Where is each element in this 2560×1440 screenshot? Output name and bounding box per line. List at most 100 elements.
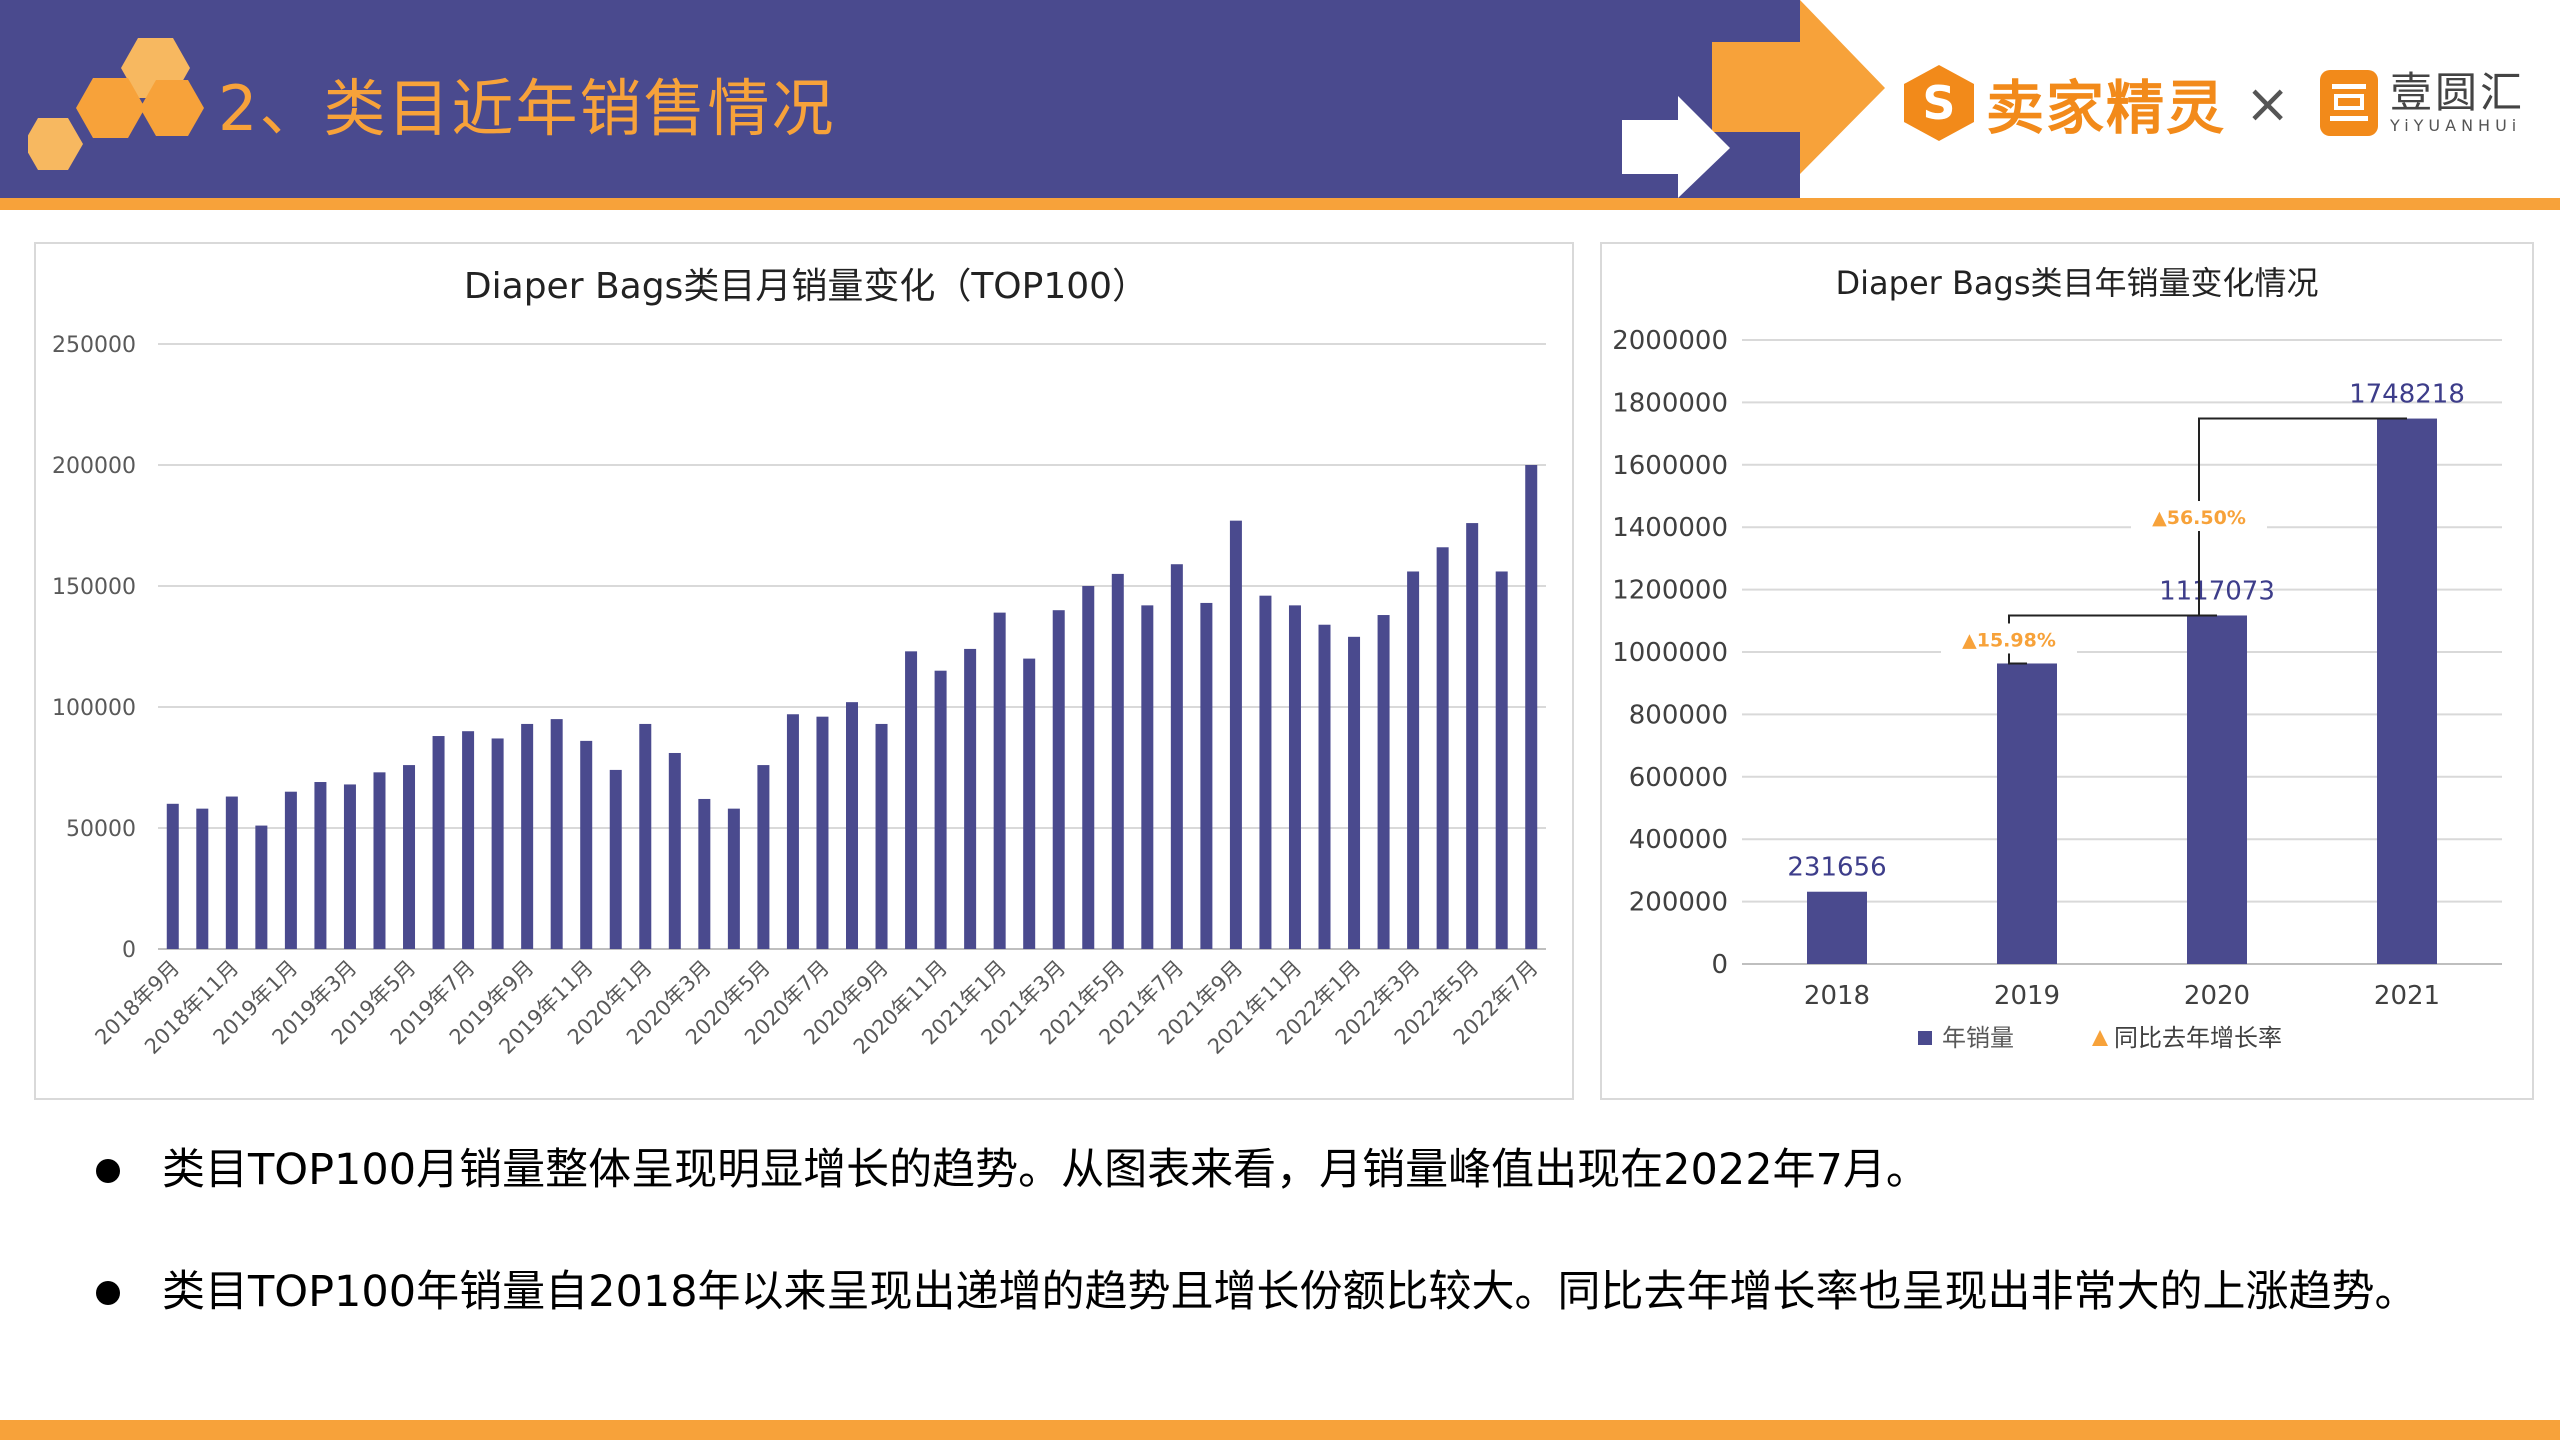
header-divider [0,198,2560,210]
data-label: 1117073 [2159,576,2275,606]
monthly-bar [1052,610,1065,949]
monthly-bar [1111,573,1124,949]
monthly-bar [846,702,858,949]
monthly-bar [225,796,238,949]
monthly-bar [166,803,179,949]
bullet-text: 类目TOP100月销量整体呈现明显增长的趋势。从图表来看，月销量峰值出现在202… [162,1145,1929,1195]
hexagon-logo-icon [28,38,204,170]
monthly-bar [639,723,652,949]
monthly-bar [1407,571,1420,949]
monthly-bar [1229,520,1242,949]
monthly-bar [786,714,799,949]
monthly-bar [964,648,977,949]
monthly-bar [1023,658,1036,949]
bullet-item: 类目TOP100年销量自2018年以来呈现出递增的趋势且增长份额比较大。同比去年… [96,1262,2496,1322]
y-tick-label: 1800000 [1612,388,1728,418]
yiyuanhui-icon [2320,70,2378,136]
bullet-item: 类目TOP100月销量整体呈现明显增长的趋势。从图表来看，月销量峰值出现在202… [96,1140,2496,1200]
x-tick-label: 2019 [1994,981,2060,1011]
monthly-bar [550,719,563,949]
y-tick-label: 0 [122,938,136,963]
monthly-bar [1525,465,1538,949]
monthly-bar [757,765,770,949]
monthly-bar [993,612,1006,949]
monthly-bar [373,772,386,949]
legend-growth-label: 同比去年增长率 [2114,1024,2282,1052]
seller-sprite-brand: 卖家精灵 [1986,74,2227,142]
y-tick-label: 150000 [52,575,136,600]
monthly-bar [1348,636,1361,949]
y-tick-label: 1400000 [1612,513,1728,543]
yearly-bar [2377,418,2437,964]
monthly-bar [491,738,504,949]
y-tick-label: 1000000 [1612,638,1728,668]
times-sign: × [2245,72,2291,135]
y-tick-label: 1200000 [1612,576,1728,606]
monthly-sales-chart: Diaper Bags类目月销量变化（TOP100） 0 50000 100000 15… [34,242,1574,1100]
monthly-bar [1170,564,1183,949]
yearly-bar [1997,663,2057,964]
monthly-bar [462,731,475,949]
monthly-bar [314,782,327,949]
monthly-bar [1377,615,1390,949]
monthly-bar [432,736,445,949]
yiyuanhui-brand-en: YiYUANHUi [2390,116,2522,135]
yearly-bar [1807,891,1867,964]
monthly-bar [609,769,622,949]
page-title: 2、类目近年销售情况 [218,72,836,145]
y-tick-label: 250000 [52,333,136,358]
arrow-right-icon [1622,0,1885,198]
yearly-sales-chart: Diaper Bags类目年销量变化情况 0 200000 400000 600000 8… [1600,242,2534,1100]
yearly-sales-chart-svg: Diaper Bags类目年销量变化情况 0 200000 400000 600000 8… [1612,264,2502,1052]
seller-sprite-logo: S 卖家精灵 [1902,58,2226,148]
legend-bar-swatch-icon [1918,1031,1932,1045]
monthly-bar [934,670,947,949]
monthly-bar [668,752,681,949]
monthly-bar [1200,602,1213,949]
monthly-bar [1259,595,1272,949]
monthly-bar [1288,605,1301,949]
growth-label: ▲15.98% [1962,629,2056,651]
yiyuanhui-logo: 壹圆汇 YiYUANHUi [2318,58,2525,148]
y-tick-label: 100000 [52,696,136,721]
bullet-text: 类目TOP100年销量自2018年以来呈现出递增的趋势且增长份额比较大。同比去年… [162,1267,2418,1317]
chart-title: Diaper Bags类目月销量变化（TOP100） [464,266,1148,307]
y-tick-label: 600000 [1629,763,1728,793]
monthly-bar [196,808,209,949]
monthly-bar [1495,571,1508,949]
monthly-bar [905,651,918,949]
y-tick-label: 800000 [1629,700,1728,730]
y-tick-label: 400000 [1629,825,1728,855]
y-tick-label: 200000 [52,454,136,479]
legend-bar-label: 年销量 [1942,1024,2014,1052]
monthly-bar [284,791,297,949]
y-tick-label: 50000 [66,817,136,842]
bullet-dot-icon [96,1281,120,1305]
monthly-bar [255,825,268,949]
x-tick-label: 2020 [2184,981,2250,1011]
monthly-bar [343,784,356,949]
data-label: 1748218 [2349,380,2465,410]
monthly-bar [1466,523,1479,949]
monthly-sales-chart-svg: Diaper Bags类目月销量变化（TOP100） 0 50000 100000 15… [52,266,1546,1059]
x-tick-label: 2018 [1804,981,1870,1011]
legend-triangle-icon [2092,1030,2108,1046]
x-tick-label: 2021 [2374,981,2440,1011]
monthly-bar [1318,624,1331,949]
monthly-bar [580,740,593,949]
y-tick-label: 2000000 [1612,326,1728,356]
yiyuanhui-brand: 壹圆汇 [2390,68,2526,117]
svg-text:S: S [1922,76,1955,130]
monthly-bar [1141,605,1154,949]
seller-sprite-icon: S [1904,65,1974,141]
chart-title: Diaper Bags类目年销量变化情况 [1835,264,2318,302]
monthly-bar [816,716,829,949]
growth-label: ▲56.50% [2152,507,2246,529]
footer-divider [0,1420,2560,1440]
monthly-bar [1436,547,1449,949]
y-tick-label: 0 [1711,950,1728,980]
yearly-bar [2187,615,2247,964]
bullet-dot-icon [96,1159,120,1183]
monthly-bar [875,723,888,949]
y-tick-label: 1600000 [1612,451,1728,481]
